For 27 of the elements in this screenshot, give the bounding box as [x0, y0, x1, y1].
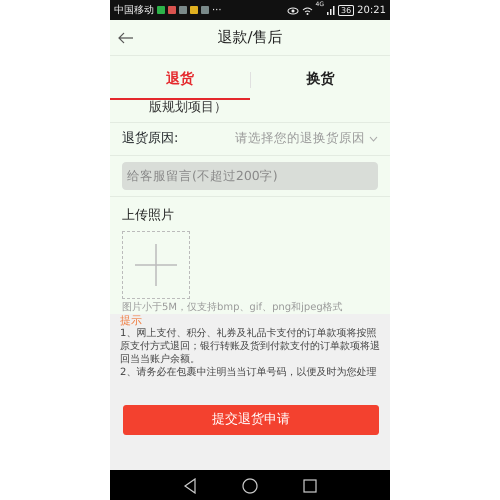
upload-label: 上传照片: [110, 196, 390, 231]
home-circle-icon: [242, 478, 258, 494]
battery-level: 36: [338, 4, 354, 16]
message-field[interactable]: 给客服留言(不超过200字): [122, 162, 378, 190]
back-arrow-icon: [118, 32, 134, 44]
submit-button[interactable]: 提交退货申请: [123, 405, 379, 435]
clock-time: 20:21: [357, 4, 386, 18]
carrier-name: 中国移动: [114, 4, 154, 18]
product-name: 版规划项目）: [148, 100, 228, 117]
chevron-down-icon: [369, 136, 378, 142]
upload-hint: 图片小于5M，仅支持bmp、gif、png和jpeg格式: [121, 300, 344, 314]
reason-placeholder: 请选择您的退换货原因: [235, 129, 365, 148]
tip-text: 1、网上支付、积分、礼券及礼品卡支付的订单款项将按照原支付方式退回；银行转账及货到付款支付的订单款项将退回当当账户余额。: [120, 327, 381, 366]
wifi-icon: [302, 6, 313, 14]
reason-selector[interactable]: 退货原因: 请选择您的退换货原因: [110, 122, 390, 156]
tip-text: 2、请务必在包裹中注明当当订单号码，以便及时为您处理: [120, 366, 378, 379]
eye-icon: [286, 6, 299, 14]
plus-icon: [135, 244, 177, 286]
back-triangle-icon: [182, 478, 197, 494]
tab[interactable]: 退货: [110, 60, 250, 100]
more-notifications: ···: [212, 4, 222, 18]
tips-title: 提示: [120, 314, 143, 327]
signal-icon: [326, 6, 335, 14]
recents-square-icon: [303, 478, 318, 493]
page-title: 退款/售后: [217, 27, 283, 48]
tab[interactable]: 换货: [250, 60, 390, 100]
reason-label: 退货原因:: [122, 130, 178, 148]
